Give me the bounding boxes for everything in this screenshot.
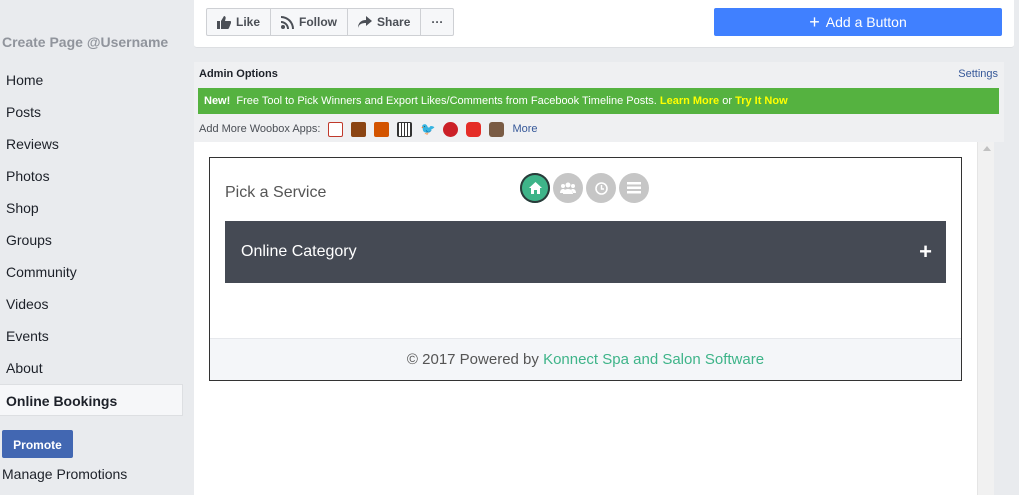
- manage-promotions-link[interactable]: Manage Promotions: [2, 466, 127, 482]
- sidebar-item-posts[interactable]: Posts: [0, 96, 183, 128]
- booking-steps: [520, 173, 652, 203]
- sidebar-item-videos[interactable]: Videos: [0, 288, 183, 320]
- footer-copyright: © 2017 Powered by: [406, 351, 539, 368]
- konnect-brand-link[interactable]: Konnect Spa and Salon Software: [543, 351, 764, 368]
- like-button[interactable]: Like: [207, 9, 272, 35]
- sidebar-item-reviews[interactable]: Reviews: [0, 128, 183, 160]
- woobox-apps-row: Add More Woobox Apps: 🐦 More: [199, 121, 538, 137]
- vertical-scrollbar[interactable]: [977, 142, 994, 495]
- share-button[interactable]: Share: [348, 9, 422, 35]
- category-label: Online Category: [241, 243, 357, 260]
- woobox-promo-banner: New! Free Tool to Pick Winners and Expor…: [198, 88, 999, 114]
- step-staff[interactable]: [553, 173, 583, 203]
- step-time[interactable]: [586, 173, 616, 203]
- add-a-button[interactable]: + Add a Button: [714, 8, 1002, 36]
- share-label: Share: [377, 15, 411, 29]
- sidebar-item-online-bookings[interactable]: Online Bookings: [0, 384, 183, 416]
- page-action-bar: Like Follow Share ··· + Add a Button: [194, 0, 1014, 48]
- follow-button[interactable]: Follow: [271, 9, 349, 35]
- pick-service-title: Pick a Service: [225, 184, 327, 201]
- sidebar-item-photos[interactable]: Photos: [0, 160, 183, 192]
- new-tag: New!: [204, 95, 231, 107]
- page-nav: Home Posts Reviews Photos Shop Groups Co…: [0, 64, 183, 416]
- list-icon: [627, 182, 641, 194]
- create-page-username[interactable]: Create Page @Username: [2, 34, 168, 50]
- step-home[interactable]: [520, 173, 550, 203]
- sidebar-item-shop[interactable]: Shop: [0, 192, 183, 224]
- settings-link[interactable]: Settings: [958, 68, 998, 80]
- sidebar-item-home[interactable]: Home: [0, 64, 183, 96]
- admin-options-title: Admin Options: [199, 68, 278, 80]
- step-summary[interactable]: [619, 173, 649, 203]
- sidebar-item-events[interactable]: Events: [0, 320, 183, 352]
- ellipsis-icon: ···: [431, 15, 444, 29]
- thumbs-up-icon: [217, 15, 231, 29]
- rss-icon: [281, 15, 295, 29]
- expand-plus-icon[interactable]: +: [919, 221, 932, 283]
- pinterest-icon[interactable]: [443, 121, 459, 137]
- coupon-icon[interactable]: [328, 121, 344, 137]
- learn-more-link[interactable]: Learn More: [660, 95, 719, 107]
- left-sidebar: Create Page @Username Home Posts Reviews…: [0, 0, 190, 495]
- admin-options-panel: Admin Options Settings New! Free Tool to…: [194, 62, 1004, 142]
- add-button-label: Add a Button: [825, 14, 907, 30]
- barcode-icon[interactable]: [397, 121, 413, 137]
- try-it-now-link[interactable]: Try It Now: [735, 95, 788, 107]
- sweepstakes-icon[interactable]: [374, 121, 390, 137]
- booking-widget: Pick a Service Online Category + © 2017 …: [209, 157, 962, 381]
- photo-contest-icon[interactable]: [351, 121, 367, 137]
- plus-icon: +: [809, 12, 820, 32]
- booking-footer: © 2017 Powered by Konnect Spa and Salon …: [210, 338, 961, 380]
- scroll-up-arrow-icon[interactable]: [983, 146, 991, 151]
- share-arrow-icon: [358, 16, 373, 28]
- youtube-icon[interactable]: [466, 121, 482, 137]
- twitter-icon[interactable]: 🐦: [420, 122, 436, 137]
- sidebar-item-about[interactable]: About: [0, 352, 183, 384]
- online-category-accordion[interactable]: Online Category +: [225, 221, 946, 283]
- clock-icon: [594, 181, 608, 195]
- follow-label: Follow: [299, 15, 338, 29]
- or-text: or: [722, 95, 733, 107]
- action-button-group: Like Follow Share ···: [206, 8, 455, 36]
- like-label: Like: [236, 15, 261, 29]
- group-icon: [560, 182, 576, 194]
- apps-label: Add More Woobox Apps:: [199, 123, 321, 135]
- more-apps-link[interactable]: More: [512, 123, 537, 135]
- promote-button[interactable]: Promote: [2, 430, 73, 458]
- sidebar-item-community[interactable]: Community: [0, 256, 183, 288]
- instagram-icon[interactable]: [489, 121, 505, 137]
- promo-text: Free Tool to Pick Winners and Export Lik…: [236, 95, 657, 107]
- sidebar-item-groups[interactable]: Groups: [0, 224, 183, 256]
- home-icon: [528, 182, 542, 194]
- more-options-button[interactable]: ···: [421, 9, 453, 35]
